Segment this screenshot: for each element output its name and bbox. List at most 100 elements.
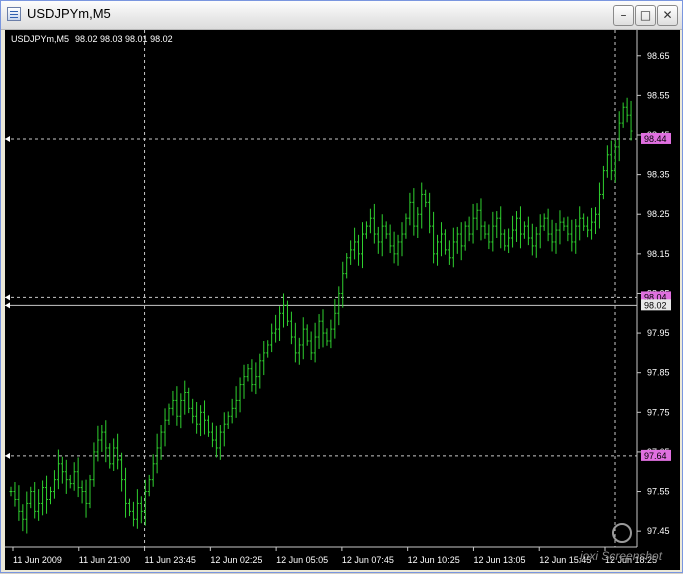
price-bar[interactable] xyxy=(84,479,88,518)
price-bar[interactable] xyxy=(376,226,380,254)
price-bar[interactable] xyxy=(554,222,558,254)
price-bar[interactable] xyxy=(199,405,203,437)
price-bar[interactable] xyxy=(104,420,108,463)
price-bar[interactable] xyxy=(522,221,526,239)
price-bar[interactable] xyxy=(597,182,601,229)
price-bar[interactable] xyxy=(412,188,416,236)
price-bar[interactable] xyxy=(511,215,515,248)
price-bar[interactable] xyxy=(538,214,542,249)
price-bar[interactable] xyxy=(471,203,475,244)
price-bar[interactable] xyxy=(491,211,495,252)
price-bar[interactable] xyxy=(25,491,29,534)
price-bar[interactable] xyxy=(234,386,238,418)
price-bar[interactable] xyxy=(250,359,254,392)
price-bar[interactable] xyxy=(163,408,167,447)
price-bar[interactable] xyxy=(88,474,92,509)
price-bar[interactable] xyxy=(246,363,250,382)
price-bar[interactable] xyxy=(317,314,321,349)
price-bar[interactable] xyxy=(404,213,408,239)
price-bar[interactable] xyxy=(436,234,440,266)
price-bar[interactable] xyxy=(562,217,566,231)
price-bar[interactable] xyxy=(503,229,507,251)
price-bar[interactable] xyxy=(590,207,594,240)
price-bar[interactable] xyxy=(175,386,179,426)
price-bar[interactable] xyxy=(171,390,175,416)
price-bar[interactable] xyxy=(147,474,151,497)
price-bar[interactable] xyxy=(214,425,218,458)
price-bar[interactable] xyxy=(80,480,84,504)
chart-canvas[interactable]: 98.6598.5598.4598.3598.2598.1598.0597.95… xyxy=(5,30,680,570)
price-bar[interactable] xyxy=(48,486,52,505)
price-bar[interactable] xyxy=(258,353,262,389)
price-chart[interactable]: 98.6598.5598.4598.3598.2598.1598.0597.95… xyxy=(5,30,680,570)
price-bar[interactable] xyxy=(475,203,479,231)
price-bar[interactable] xyxy=(210,422,214,448)
price-bar[interactable] xyxy=(349,240,353,265)
price-bar[interactable] xyxy=(392,231,396,264)
price-bar[interactable] xyxy=(289,311,293,345)
price-bar[interactable] xyxy=(254,362,258,395)
price-bar[interactable] xyxy=(52,470,56,499)
price-bar[interactable] xyxy=(242,364,246,399)
price-bar[interactable] xyxy=(499,206,503,249)
price-bar[interactable] xyxy=(131,501,135,527)
price-bar[interactable] xyxy=(534,226,538,258)
price-bar[interactable] xyxy=(364,221,368,239)
price-bar[interactable] xyxy=(120,452,124,492)
price-bar[interactable] xyxy=(155,433,159,474)
price-bar[interactable] xyxy=(17,485,21,521)
price-bar[interactable] xyxy=(353,227,357,260)
price-bar[interactable] xyxy=(447,240,451,265)
price-bar[interactable] xyxy=(396,234,400,266)
price-bar[interactable] xyxy=(325,328,329,346)
price-bar[interactable] xyxy=(570,219,574,252)
price-bar[interactable] xyxy=(609,140,613,181)
price-bar[interactable] xyxy=(439,222,443,257)
price-bar[interactable] xyxy=(507,228,511,254)
price-bar[interactable] xyxy=(64,459,68,494)
price-bar[interactable] xyxy=(566,216,570,242)
close-button[interactable]: ✕ xyxy=(657,5,678,26)
price-bar[interactable] xyxy=(360,222,364,269)
price-bar[interactable] xyxy=(515,211,519,242)
price-bar[interactable] xyxy=(124,467,128,518)
price-bar[interactable] xyxy=(578,206,582,241)
price-bar[interactable] xyxy=(487,224,491,250)
price-bar[interactable] xyxy=(206,415,210,437)
price-bar[interactable] xyxy=(187,387,191,414)
price-bar[interactable] xyxy=(92,442,96,487)
price-bar[interactable] xyxy=(218,424,222,460)
price-bar[interactable] xyxy=(183,380,187,415)
price-bar[interactable] xyxy=(76,457,80,498)
price-bar[interactable] xyxy=(139,496,143,524)
price-bar[interactable] xyxy=(526,216,530,246)
price-bar[interactable] xyxy=(380,214,384,257)
price-bar[interactable] xyxy=(238,377,242,413)
price-bar[interactable] xyxy=(621,102,625,128)
price-bar[interactable] xyxy=(400,222,404,257)
price-bar[interactable] xyxy=(546,208,550,242)
price-bar[interactable] xyxy=(179,393,183,429)
price-bar[interactable] xyxy=(100,424,104,452)
price-bar[interactable] xyxy=(467,216,471,242)
price-bar[interactable] xyxy=(574,218,578,254)
price-bar[interactable] xyxy=(420,182,424,229)
price-bar[interactable] xyxy=(483,221,487,239)
price-bar[interactable] xyxy=(530,223,534,256)
price-bar[interactable] xyxy=(542,213,546,231)
price-bar[interactable] xyxy=(282,293,286,328)
price-bar[interactable] xyxy=(613,139,617,183)
price-bar[interactable] xyxy=(33,482,37,519)
price-bar[interactable] xyxy=(594,207,598,235)
price-bar[interactable] xyxy=(309,331,313,361)
price-bar[interactable] xyxy=(274,314,278,343)
price-bar[interactable] xyxy=(428,192,432,234)
price-bar[interactable] xyxy=(127,498,131,517)
price-bar[interactable] xyxy=(203,400,207,435)
price-bar[interactable] xyxy=(112,438,116,471)
price-bar[interactable] xyxy=(605,145,609,178)
price-bar[interactable] xyxy=(191,398,195,424)
price-bar[interactable] xyxy=(45,475,49,514)
price-bar[interactable] xyxy=(297,337,301,365)
price-bar[interactable] xyxy=(495,211,499,238)
